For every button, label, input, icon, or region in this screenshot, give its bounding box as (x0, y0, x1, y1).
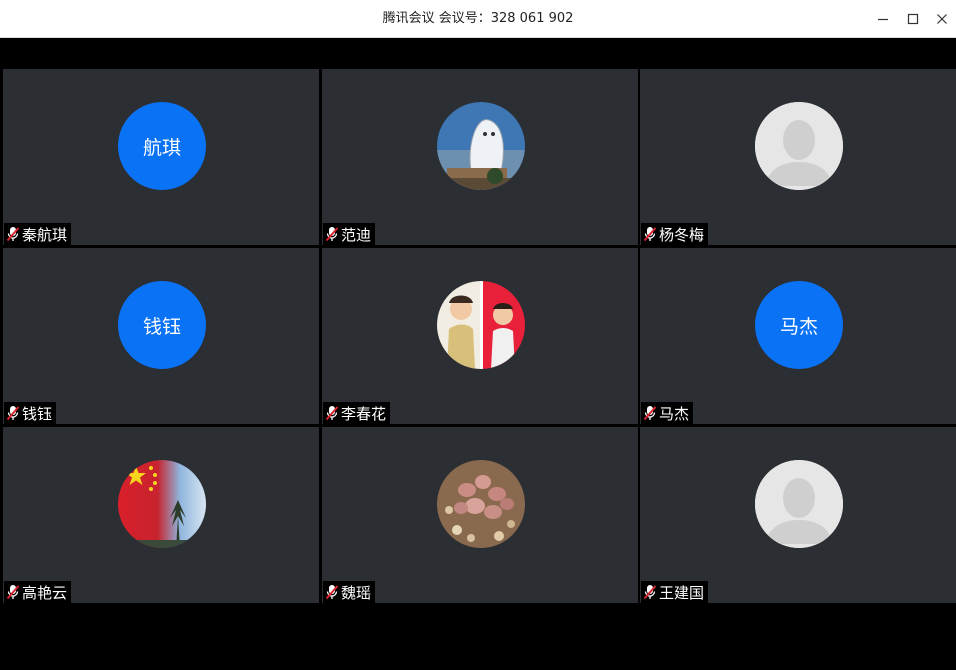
participant-name: 杨冬梅 (659, 225, 705, 244)
close-icon (937, 14, 947, 24)
avatar (755, 460, 843, 548)
name-tag: 马杰 (641, 402, 694, 424)
participant-tile[interactable]: 航琪 秦航琪 (3, 69, 319, 245)
participant-name: 王建国 (659, 583, 705, 602)
default-user-icon (755, 460, 843, 548)
name-tag: 王建国 (641, 581, 709, 603)
name-tag: 钱钰 (4, 402, 57, 424)
avatar: 马杰 (755, 281, 843, 369)
avatar (118, 460, 206, 548)
avatar (437, 460, 525, 548)
photo-avatar (437, 281, 525, 369)
muted-mic-icon (643, 585, 657, 600)
participant-tile[interactable]: 魏瑶 (322, 427, 638, 603)
muted-mic-icon (643, 227, 657, 242)
avatar-initials: 马杰 (779, 315, 818, 338)
name-tag: 李春花 (323, 402, 391, 424)
participant-name: 马杰 (659, 404, 690, 423)
avatar (755, 102, 843, 190)
avatar (437, 281, 525, 369)
muted-mic-icon (325, 406, 339, 421)
title-bar: 腾讯会议 会议号：328 061 902 (0, 0, 956, 38)
muted-mic-icon (643, 406, 657, 421)
muted-mic-icon (6, 585, 20, 600)
participant-tile[interactable]: 马杰 马杰 (640, 248, 956, 424)
participant-name: 魏瑶 (341, 583, 372, 602)
close-button[interactable] (929, 6, 955, 32)
avatar-initials: 钱钰 (142, 315, 181, 338)
maximize-icon (907, 13, 919, 25)
photo-avatar (118, 460, 206, 548)
participant-tile[interactable]: 范迪 (322, 69, 638, 245)
minimize-button[interactable] (870, 6, 896, 32)
participant-tile[interactable]: 王建国 (640, 427, 956, 603)
participant-name: 范迪 (341, 225, 372, 244)
participant-name: 钱钰 (22, 404, 53, 423)
avatar (437, 102, 525, 190)
participant-grid: 航琪 秦航琪 范迪 杨冬梅 钱钰 钱钰 李春花 马杰 马杰 高艳云 魏瑶 王建国 (3, 69, 956, 606)
participant-name: 高艳云 (22, 583, 68, 602)
default-user-icon (755, 102, 843, 190)
muted-mic-icon (6, 406, 20, 421)
participant-tile[interactable]: 李春花 (322, 248, 638, 424)
participant-tile[interactable]: 钱钰 钱钰 (3, 248, 319, 424)
window-title: 腾讯会议 会议号：328 061 902 (382, 11, 574, 26)
muted-mic-icon (325, 227, 339, 242)
participant-tile[interactable]: 高艳云 (3, 427, 319, 603)
avatar: 钱钰 (118, 281, 206, 369)
muted-mic-icon (6, 227, 20, 242)
name-tag: 秦航琪 (4, 223, 72, 245)
name-tag: 魏瑶 (323, 581, 376, 603)
name-tag: 高艳云 (4, 581, 72, 603)
photo-avatar (437, 460, 525, 548)
maximize-button[interactable] (900, 6, 926, 32)
photo-avatar (437, 102, 525, 190)
name-tag: 杨冬梅 (641, 223, 709, 245)
participant-name: 李春花 (341, 404, 387, 423)
muted-mic-icon (325, 585, 339, 600)
avatar: 航琪 (118, 102, 206, 190)
meeting-window: 腾讯会议 会议号：328 061 902 航琪 秦航琪 范迪 杨冬梅 钱钰 钱钰… (0, 0, 956, 670)
participant-tile[interactable]: 杨冬梅 (640, 69, 956, 245)
participant-name: 秦航琪 (22, 225, 68, 244)
minimize-icon (878, 18, 888, 21)
avatar-initials: 航琪 (142, 136, 181, 159)
name-tag: 范迪 (323, 223, 376, 245)
